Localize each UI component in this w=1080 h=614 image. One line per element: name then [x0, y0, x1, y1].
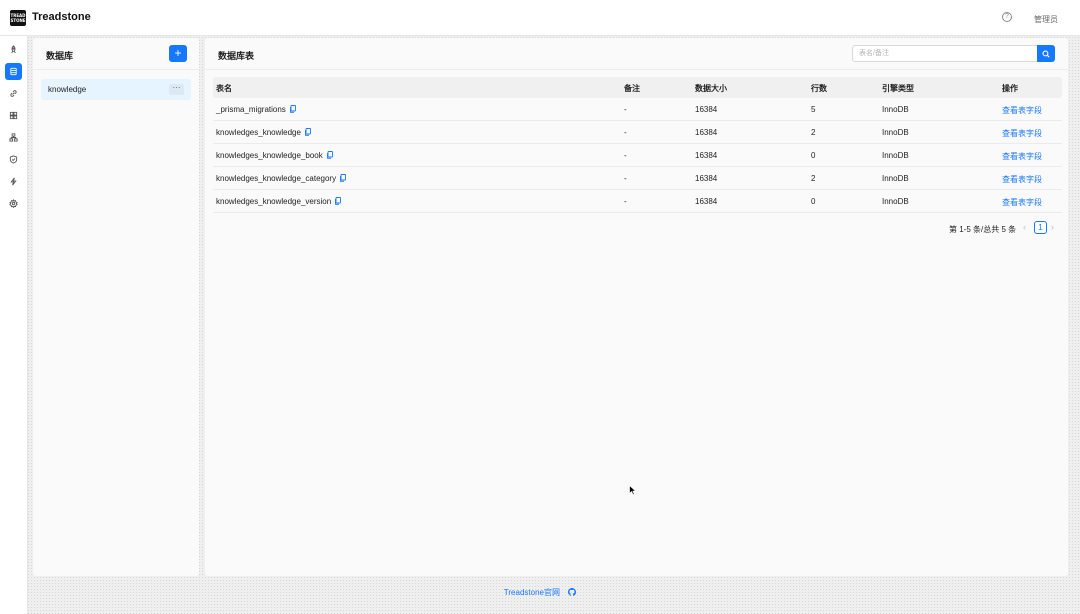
table-row: knowledges_knowledge_category - 16384 2 … — [213, 167, 1062, 190]
table-row: knowledges_knowledge - 16384 2 InnoDB 查看… — [213, 121, 1062, 144]
rows-cell: 2 — [811, 128, 816, 137]
size-cell: 16384 — [695, 174, 718, 183]
copy-icon[interactable] — [339, 174, 347, 184]
column-header-size: 数据大小 — [695, 84, 727, 93]
app-logo[interactable]: TREAD STONE — [10, 10, 26, 26]
thunderbolt-icon[interactable] — [5, 173, 22, 190]
column-header-rows: 行数 — [811, 84, 827, 93]
table-name-cell: knowledges_knowledge_version — [216, 197, 342, 207]
database-panel: 数据库 + knowledge ··· — [33, 38, 199, 576]
copy-icon[interactable] — [334, 197, 342, 207]
search-button[interactable] — [1037, 45, 1055, 62]
engine-cell: InnoDB — [882, 151, 909, 160]
link-icon[interactable] — [5, 85, 22, 102]
table-row: knowledges_knowledge_version - 16384 0 I… — [213, 190, 1062, 213]
size-cell: 16384 — [695, 151, 718, 160]
tables-panel-title: 数据库表 — [218, 51, 255, 61]
database-item-label: knowledge — [48, 85, 87, 94]
remark-cell: - — [624, 105, 627, 114]
mouse-cursor-icon — [629, 484, 637, 498]
view-fields-link[interactable]: 查看表字段 — [1002, 174, 1042, 185]
chevron-right-icon[interactable]: › — [1051, 222, 1054, 232]
shield-icon[interactable] — [5, 151, 22, 168]
remark-cell: - — [624, 128, 627, 137]
search-input[interactable] — [852, 45, 1037, 62]
remark-cell: - — [624, 151, 627, 160]
side-nav — [0, 36, 28, 614]
view-fields-link[interactable]: 查看表字段 — [1002, 105, 1042, 116]
appstore-icon[interactable] — [5, 107, 22, 124]
divider — [33, 69, 199, 70]
view-fields-link[interactable]: 查看表字段 — [1002, 197, 1042, 208]
cluster-icon[interactable] — [5, 129, 22, 146]
search-icon — [1042, 49, 1050, 58]
rocket-icon[interactable] — [5, 41, 22, 58]
table-name-cell: _prisma_migrations — [216, 105, 296, 115]
column-header-engine: 引擎类型 — [882, 84, 914, 93]
size-cell: 16384 — [695, 128, 718, 137]
add-database-button[interactable]: + — [169, 45, 187, 62]
pagination-page-1[interactable]: 1 — [1034, 221, 1047, 234]
database-panel-title: 数据库 — [46, 51, 74, 61]
database-icon[interactable] — [5, 63, 22, 80]
table-name-cell: knowledges_knowledge — [216, 128, 311, 138]
engine-cell: InnoDB — [882, 105, 909, 114]
rows-cell: 0 — [811, 151, 816, 160]
official-site-link[interactable]: Treadstone官网 — [504, 588, 560, 597]
app-title[interactable]: Treadstone — [32, 11, 91, 23]
table-name-cell: knowledges_knowledge_category — [216, 174, 347, 184]
column-header-action: 操作 — [1002, 84, 1018, 93]
database-item-knowledge[interactable]: knowledge ··· — [41, 79, 191, 100]
column-header-name: 表名 — [216, 84, 232, 93]
pagination-summary: 第 1-5 条/总共 5 条 — [949, 225, 1017, 234]
size-cell: 16384 — [695, 197, 718, 206]
remark-cell: - — [624, 174, 627, 183]
view-fields-link[interactable]: 查看表字段 — [1002, 151, 1042, 162]
rows-cell: 0 — [811, 197, 816, 206]
engine-cell: InnoDB — [882, 128, 909, 137]
remark-cell: - — [624, 197, 627, 206]
copy-icon[interactable] — [326, 151, 333, 161]
more-icon[interactable]: ··· — [169, 84, 184, 95]
table-name-cell: knowledges_knowledge_book — [216, 151, 333, 161]
table-row: knowledges_knowledge_book - 16384 0 Inno… — [213, 144, 1062, 167]
column-header-remark: 备注 — [624, 84, 640, 93]
rows-cell: 2 — [811, 174, 816, 183]
view-fields-link[interactable]: 查看表字段 — [1002, 128, 1042, 139]
copy-icon[interactable] — [304, 128, 311, 138]
engine-cell: InnoDB — [882, 197, 909, 206]
divider — [205, 69, 1068, 70]
top-bar: TREAD STONE Treadstone ? 管理员 — [0, 0, 1080, 36]
copy-icon[interactable] — [289, 105, 296, 115]
engine-cell: InnoDB — [882, 174, 909, 183]
github-icon[interactable] — [568, 588, 577, 598]
size-cell: 16384 — [695, 105, 718, 114]
user-menu[interactable]: 管理员 — [1034, 14, 1058, 25]
footer: Treadstone官网 — [0, 587, 1080, 598]
table-row: _prisma_migrations - 16384 5 InnoDB 查看表字… — [213, 98, 1062, 121]
question-circle-icon[interactable]: ? — [1002, 12, 1012, 22]
table-header: 表名 备注 数据大小 行数 引擎类型 操作 — [213, 77, 1062, 98]
rows-cell: 5 — [811, 105, 816, 114]
setting-icon[interactable] — [5, 195, 22, 212]
chevron-left-icon[interactable]: ‹ — [1023, 222, 1026, 232]
